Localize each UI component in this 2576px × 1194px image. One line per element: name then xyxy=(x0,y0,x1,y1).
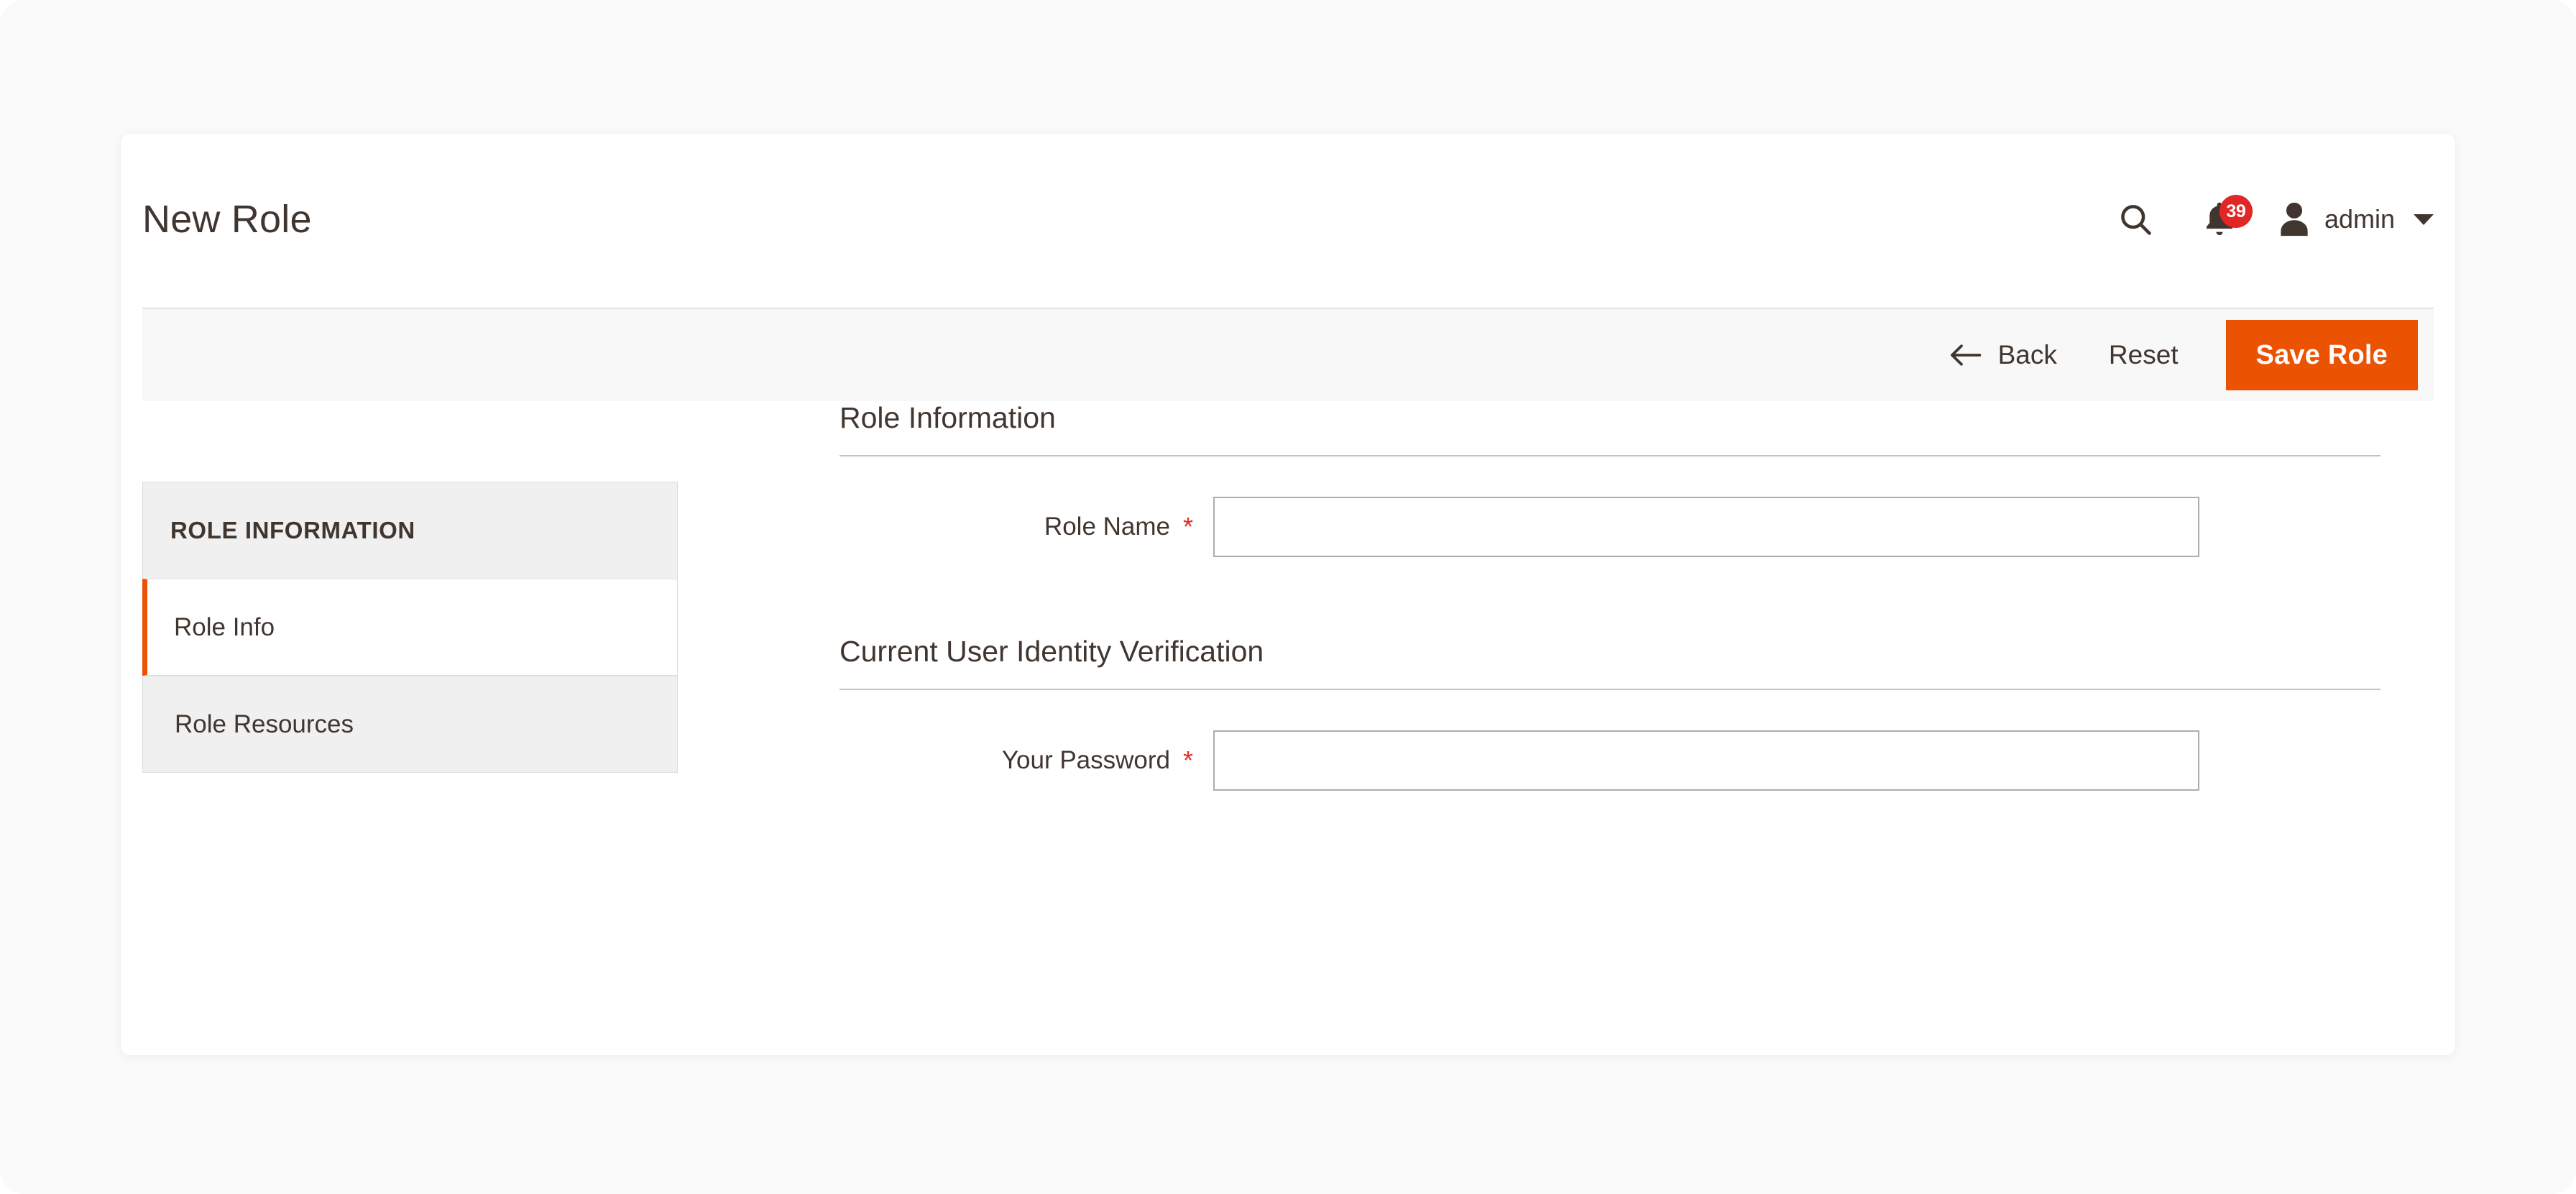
page-header: New Role 39 admin xyxy=(121,134,2455,308)
sidebar-item-role-resources[interactable]: Role Resources xyxy=(142,676,678,773)
fieldset-divider xyxy=(840,689,2380,690)
chevron-down-icon xyxy=(2414,213,2434,225)
field-row-role-name: Role Name * xyxy=(840,497,2434,557)
arrow-left-icon xyxy=(1949,343,1998,367)
role-tabs-title: ROLE INFORMATION xyxy=(142,482,678,579)
admin-content-card: New Role 39 admin Back Reset Save Role R… xyxy=(121,134,2455,1055)
browser-viewport: New Role 39 admin Back Reset Save Role R… xyxy=(0,0,2576,1194)
sidebar-item-label: Role Resources xyxy=(175,709,354,738)
your-password-label: Your Password xyxy=(1001,746,1170,774)
fieldset-role-information: Role Information Role Name * xyxy=(840,401,2434,557)
user-avatar-icon xyxy=(2277,201,2324,238)
search-icon[interactable] xyxy=(2110,194,2161,244)
fieldset-identity-verification: Current User Identity Verification Your … xyxy=(840,635,2434,791)
bell-icon: 39 xyxy=(2201,195,2253,239)
back-button[interactable]: Back xyxy=(1941,324,2066,386)
user-name-label: admin xyxy=(2324,204,2395,234)
header-actions: 39 admin xyxy=(2110,193,2434,246)
reset-button[interactable]: Reset xyxy=(2099,324,2189,386)
sidebar-item-role-info[interactable]: Role Info xyxy=(142,579,678,676)
role-name-input[interactable] xyxy=(1213,497,2199,557)
page-actions-toolbar: Back Reset Save Role xyxy=(142,308,2434,401)
required-asterisk: * xyxy=(1183,745,1194,775)
your-password-input[interactable] xyxy=(1213,730,2199,791)
back-label: Back xyxy=(1997,340,2057,369)
user-menu[interactable]: admin xyxy=(2277,194,2434,244)
fieldset-divider xyxy=(840,455,2380,456)
sidebar-item-label: Role Info xyxy=(174,612,275,641)
page-content: ROLE INFORMATION Role Info Role Resource… xyxy=(121,401,2455,1055)
notification-badge: 39 xyxy=(2219,195,2253,228)
notifications-button[interactable]: 39 xyxy=(2191,194,2253,244)
save-role-button[interactable]: Save Role xyxy=(2225,320,2418,390)
page-title: New Role xyxy=(142,198,312,241)
role-form: Role Information Role Name * Current Use… xyxy=(840,401,2434,791)
role-name-label: Role Name xyxy=(1044,513,1170,541)
field-row-your-password: Your Password * xyxy=(840,730,2434,791)
role-tabs-sidebar: ROLE INFORMATION Role Info Role Resource… xyxy=(142,482,678,773)
required-asterisk: * xyxy=(1183,512,1194,541)
fieldset-legend: Current User Identity Verification xyxy=(840,635,1264,668)
fieldset-legend: Role Information xyxy=(840,401,1056,434)
